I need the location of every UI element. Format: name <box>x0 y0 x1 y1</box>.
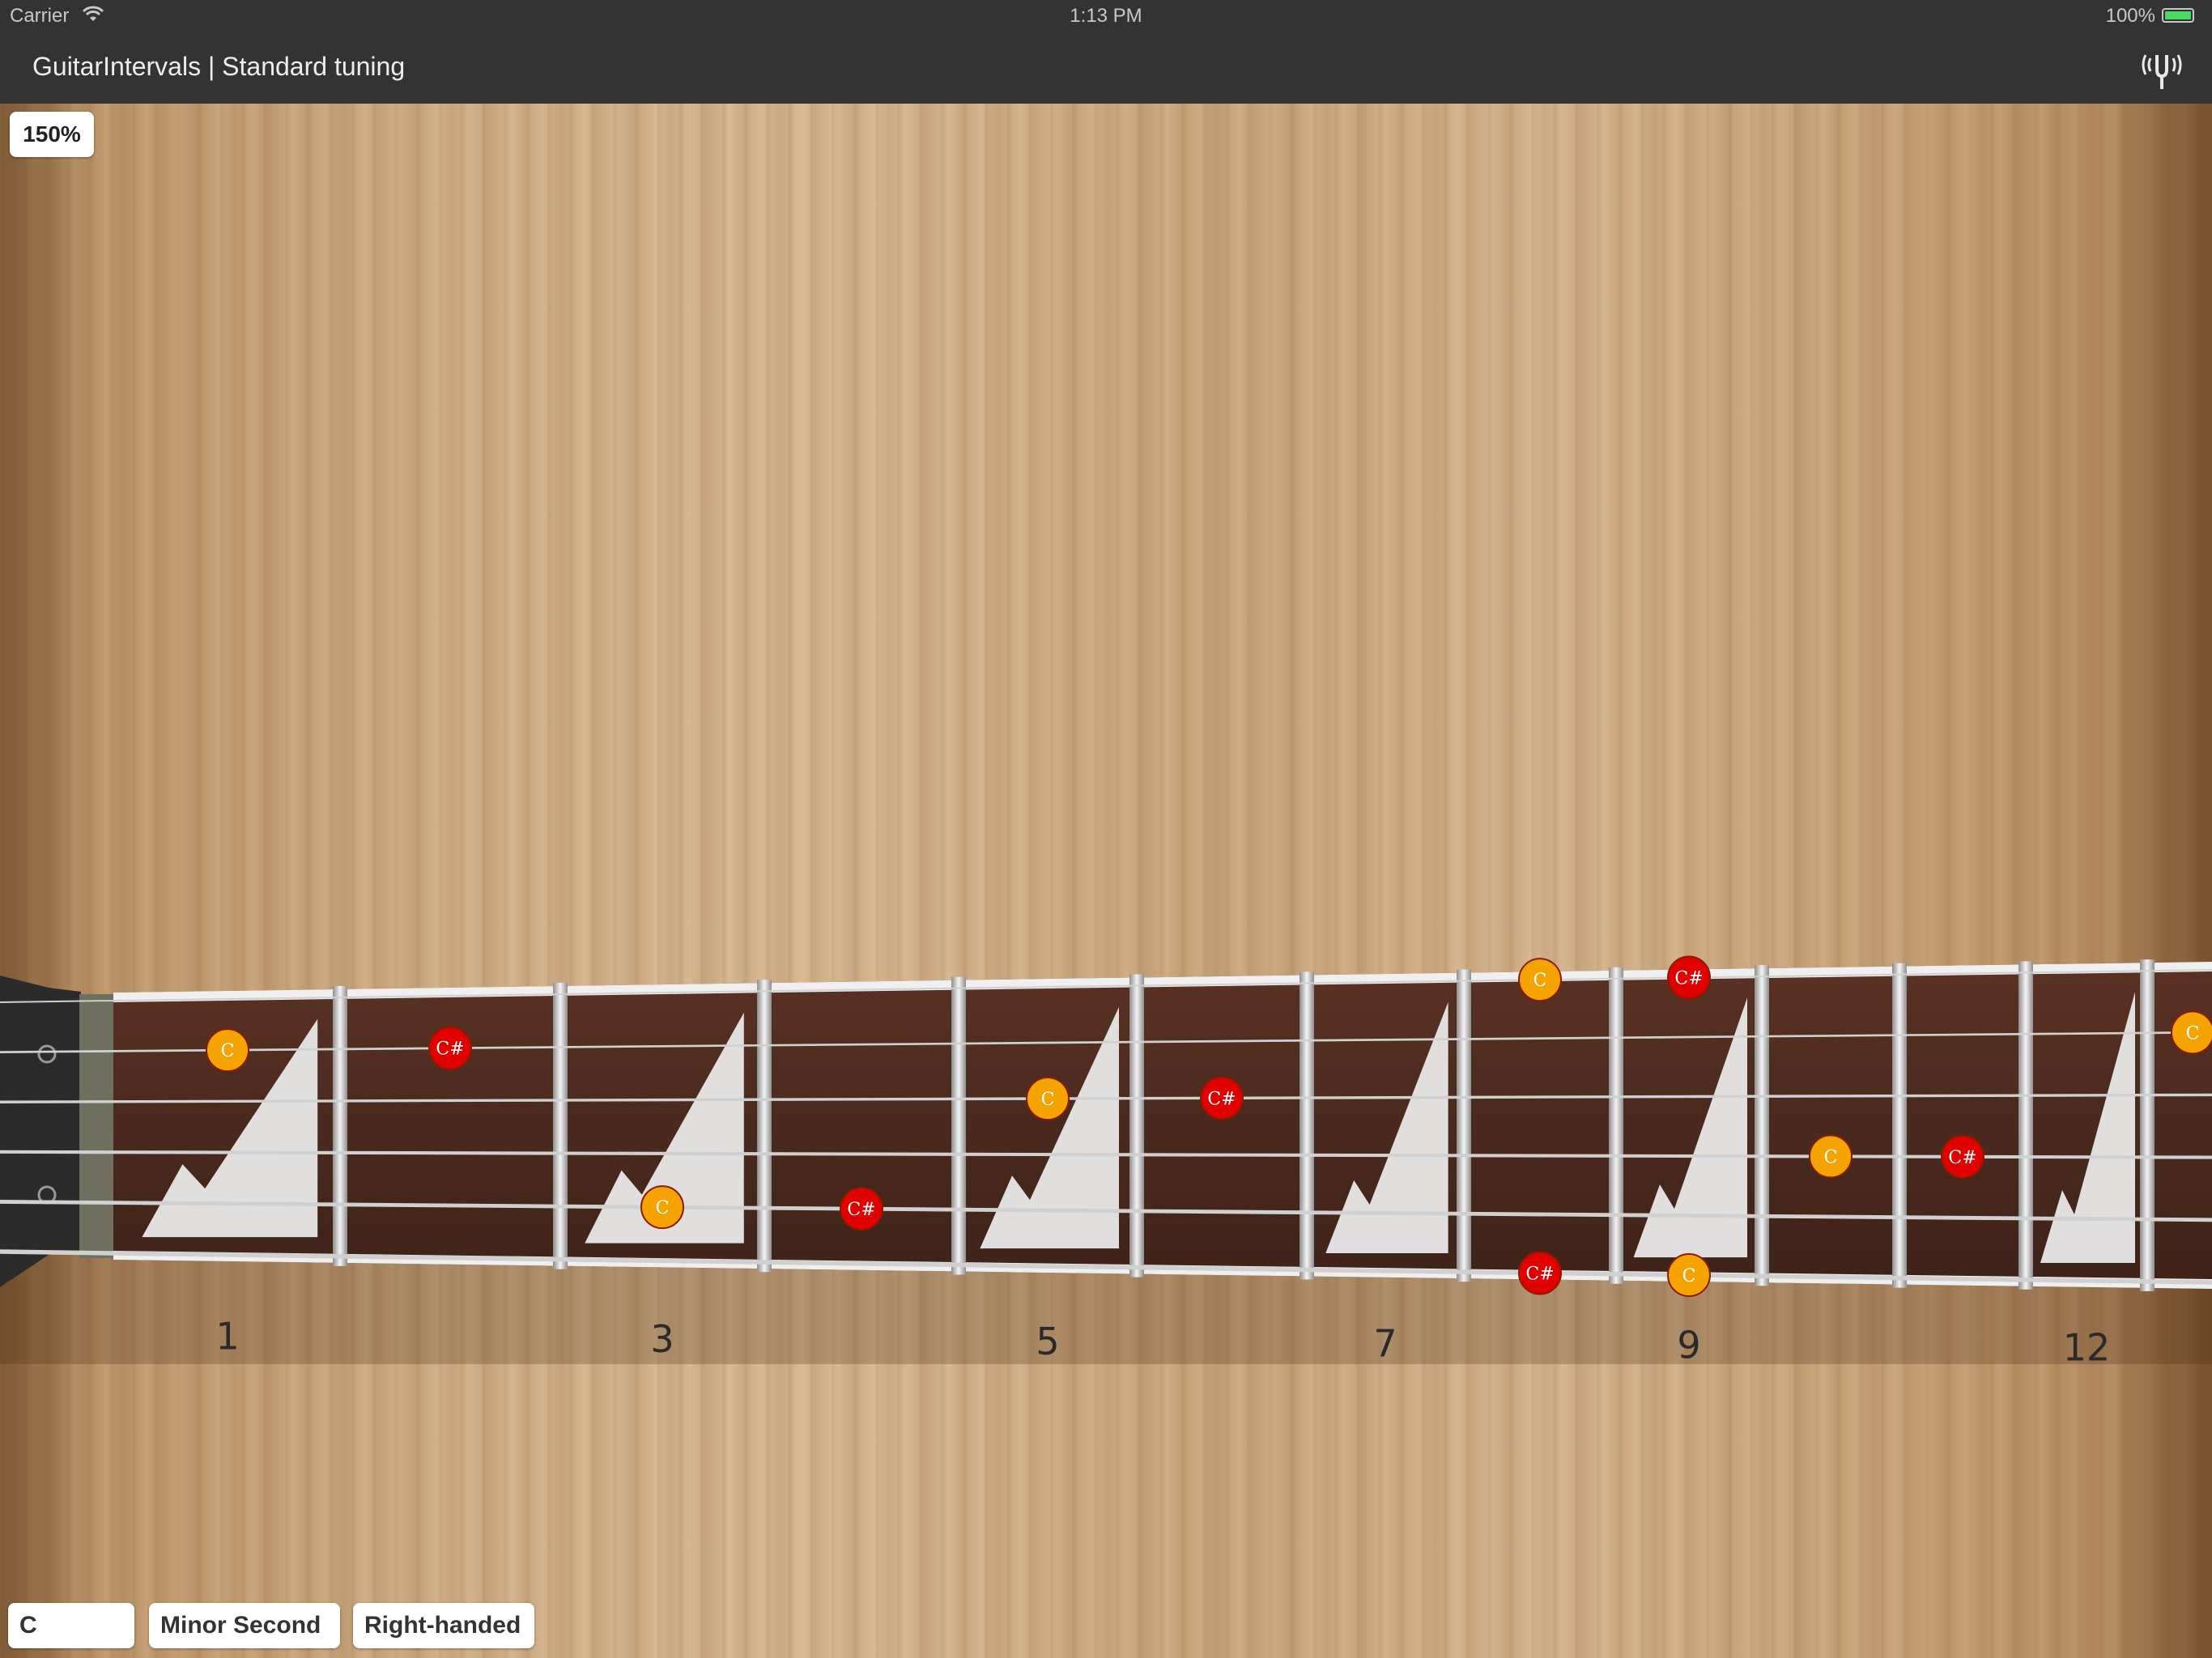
interval-note-marker: C# <box>840 1187 883 1231</box>
note-label: C <box>656 1198 670 1218</box>
root-note-marker: C <box>1026 1077 1070 1121</box>
note-label: C# <box>1525 1264 1554 1284</box>
fret-wire <box>1457 969 1471 1282</box>
note-label: C# <box>1207 1089 1236 1109</box>
note-label: C# <box>436 1039 464 1060</box>
fret-wire <box>1892 963 1907 1288</box>
interval-note-marker: C# <box>1941 1134 1984 1179</box>
fret-wire <box>2018 961 2033 1290</box>
fret-number: 7 <box>1373 1321 1397 1365</box>
handedness-selector[interactable]: Right-handed <box>353 1603 534 1648</box>
root-note-selector[interactable]: C <box>8 1603 134 1648</box>
fret-wire <box>1755 965 1769 1286</box>
note-label: C <box>1534 971 1547 991</box>
fret-wire <box>1609 967 1623 1284</box>
note-label: C <box>2186 1023 2200 1044</box>
note-label: C# <box>1674 968 1703 988</box>
fret-number: 1 <box>215 1315 239 1358</box>
fret-wire <box>1129 974 1144 1278</box>
fret-wire <box>333 985 347 1266</box>
root-note-marker: C <box>1667 1253 1711 1298</box>
interval-selector[interactable]: Minor Second <box>149 1603 340 1648</box>
fret-number: 9 <box>1677 1324 1700 1367</box>
headstock <box>0 976 81 1287</box>
interval-note-marker: C# <box>1200 1076 1244 1120</box>
note-label: C <box>221 1041 235 1061</box>
fretboard: 1 3 5 7 9 12 C C# C C# C C# C C# C C# C C# C <box>0 955 2212 1369</box>
interval-note-marker: C# <box>1518 1251 1562 1295</box>
root-note-marker: C <box>206 1028 249 1073</box>
root-note-marker: C <box>2171 1010 2212 1055</box>
root-note-marker: C <box>1809 1134 1853 1179</box>
fret-wire <box>1300 971 1314 1280</box>
note-label: C <box>1682 1266 1696 1286</box>
interval-note-marker: C# <box>428 1026 472 1070</box>
note-label: C# <box>847 1200 875 1220</box>
nut <box>79 994 115 1258</box>
fret-wire <box>2140 959 2155 1291</box>
interval-note-marker: C# <box>1667 955 1711 1000</box>
root-note-marker: C <box>1518 958 1562 1002</box>
fret-number: 5 <box>1036 1320 1059 1363</box>
fret-wire <box>951 976 966 1275</box>
root-note-marker: C <box>640 1185 684 1230</box>
fret-number: 3 <box>650 1317 674 1361</box>
fret-wire <box>553 982 568 1269</box>
fret-wire <box>757 980 772 1273</box>
note-label: C# <box>1948 1148 1976 1168</box>
note-label: C <box>1041 1090 1055 1110</box>
note-label: C <box>1824 1147 1838 1167</box>
fret-number: 12 <box>2063 1325 2111 1369</box>
